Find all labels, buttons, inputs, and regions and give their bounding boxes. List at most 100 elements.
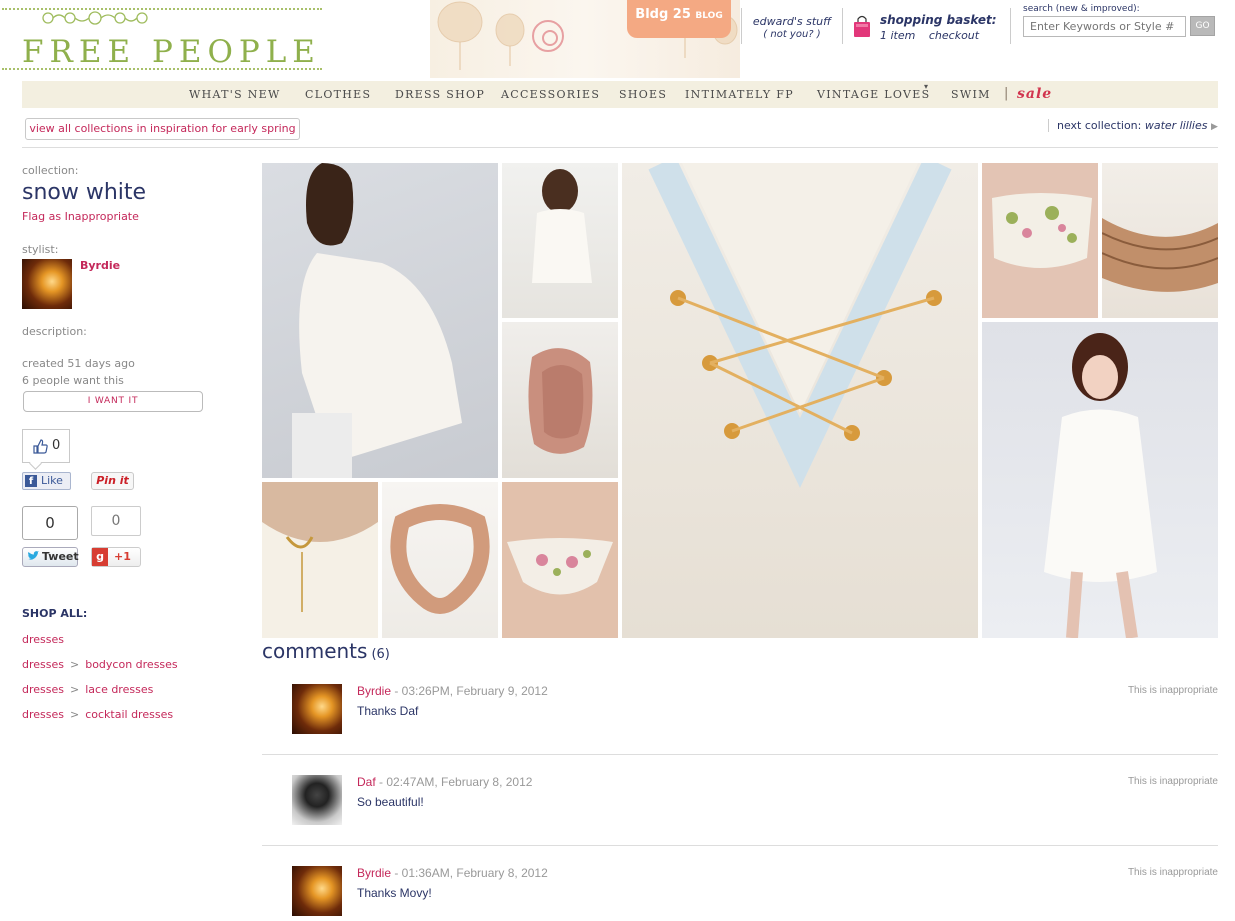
- view-all-collections-button[interactable]: view all collections in inspiration for …: [25, 118, 300, 140]
- product-image-model-ruffle-dress[interactable]: [982, 322, 1218, 638]
- floral-ornament-icon: [42, 11, 148, 25]
- created-text: created 51 days ago: [22, 357, 135, 370]
- nav-separator: |: [1004, 86, 1009, 101]
- category-dresses[interactable]: dresses: [22, 683, 64, 696]
- product-image-necklace-dress[interactable]: [262, 482, 378, 638]
- nav-clothes[interactable]: CLOTHES: [305, 88, 371, 101]
- next-collection-label: next collection:: [1057, 119, 1142, 132]
- comment-header: Byrdie - 01:36AM, February 8, 2012: [357, 866, 548, 880]
- breadcrumb-separator: >: [70, 658, 80, 671]
- product-image-model-standing[interactable]: [502, 163, 618, 318]
- collection-title: snow white: [22, 180, 147, 205]
- stylist-name-link[interactable]: Byrdie: [80, 259, 120, 272]
- blog-tag-label: Bldg 25: [635, 7, 691, 22]
- copper-collar: [390, 504, 490, 614]
- twitter-bird-icon: [27, 551, 39, 560]
- not-you-link[interactable]: ( not you? ): [742, 29, 842, 40]
- category-cocktail-dresses[interactable]: cocktail dresses: [85, 708, 173, 721]
- like-count-box[interactable]: 0: [22, 429, 70, 463]
- search-input[interactable]: [1023, 16, 1186, 37]
- category-lace-dresses[interactable]: lace dresses: [85, 683, 153, 696]
- comments-heading: comments (6): [262, 639, 390, 663]
- nav-shoes[interactable]: SHOES: [619, 88, 667, 101]
- blog-tag[interactable]: Bldg 25 BLOG: [627, 0, 731, 38]
- gplus-button[interactable]: g +1: [91, 547, 141, 567]
- stylist-avatar[interactable]: [22, 259, 72, 309]
- category-dresses[interactable]: dresses: [22, 658, 64, 671]
- commenter-name-link[interactable]: Byrdie: [357, 684, 391, 698]
- comment-header: Byrdie - 03:26PM, February 9, 2012: [357, 684, 548, 698]
- nav-whats-new[interactable]: WHAT'S NEW: [189, 88, 281, 101]
- product-image-ring[interactable]: [502, 322, 618, 478]
- search-go-button[interactable]: GO: [1190, 16, 1215, 36]
- shopping-basket[interactable]: shopping basket: 1 item checkout: [850, 8, 1011, 44]
- comment-header: Daf - 02:47AM, February 8, 2012: [357, 775, 532, 789]
- flag-inappropriate-link[interactable]: Flag as Inappropriate: [22, 210, 139, 223]
- logo[interactable]: FREE PEOPLE: [0, 6, 330, 76]
- commenter-avatar[interactable]: [292, 866, 342, 916]
- nav-intimately-fp[interactable]: INTIMATELY FP: [685, 88, 794, 101]
- nav-accessories[interactable]: ACCESSORIES: [501, 88, 600, 101]
- nav-dress-shop[interactable]: DRESS SHOP: [395, 88, 485, 101]
- product-image-floral-underwear-front[interactable]: [502, 482, 618, 638]
- commenter-name-link[interactable]: Byrdie: [357, 866, 391, 880]
- facebook-like-button[interactable]: f Like: [22, 472, 71, 490]
- tweet-button[interactable]: Tweet: [22, 547, 79, 567]
- ring-shape: [528, 348, 593, 454]
- site-header: FREE PEOPLE Bldg 25 BLOG edward's stuff …: [0, 0, 1235, 80]
- model-silhouette: [532, 169, 592, 283]
- category-link[interactable]: dresses: [22, 633, 64, 646]
- comment-timestamp: - 02:47AM, February 8, 2012: [375, 775, 533, 789]
- breadcrumb-separator: >: [70, 683, 80, 696]
- comment-divider: [262, 754, 1218, 755]
- product-image-floral-underwear-back[interactable]: [982, 163, 1098, 318]
- nav-vintage-loves[interactable]: VINTAGE LOVES: [817, 88, 930, 101]
- main-nav: WHAT'S NEW CLOTHES DRESS SHOP ACCESSORIE…: [22, 81, 1218, 108]
- like-count: 0: [52, 438, 61, 453]
- next-collection[interactable]: next collection: water lillies ▶: [1048, 119, 1218, 132]
- tweet-label: Tweet: [42, 550, 79, 563]
- logo-text: FREE PEOPLE: [22, 34, 321, 70]
- floral-underwear: [982, 163, 1098, 318]
- product-image-copper-collar[interactable]: [382, 482, 498, 638]
- necklace-dress: [262, 482, 378, 638]
- thumbs-up-icon: [33, 439, 48, 454]
- collection-label: collection:: [22, 164, 79, 177]
- i-want-it-button[interactable]: I WANT IT: [23, 391, 203, 412]
- category-dresses[interactable]: dresses: [22, 708, 64, 721]
- category-bodycon-dresses[interactable]: bodycon dresses: [85, 658, 177, 671]
- comments-count: (6): [371, 647, 390, 662]
- basket-item-count: 1 item: [880, 29, 916, 42]
- nav-sale[interactable]: sale: [1017, 86, 1052, 102]
- category-link[interactable]: dresses > cocktail dresses: [22, 708, 173, 721]
- checkout-link[interactable]: checkout: [929, 29, 979, 42]
- nav-swim[interactable]: SWIM: [951, 88, 991, 101]
- report-inappropriate-link[interactable]: This is inappropriate: [1128, 685, 1218, 696]
- report-inappropriate-link[interactable]: This is inappropriate: [1128, 867, 1218, 878]
- floral-underwear: [502, 482, 618, 638]
- pin-it-button[interactable]: Pin it: [91, 472, 134, 490]
- product-image-woven-collar[interactable]: [1102, 163, 1218, 318]
- comment-timestamp: - 01:36AM, February 8, 2012: [391, 866, 548, 880]
- comment-divider: [262, 845, 1218, 846]
- category-dresses[interactable]: dresses: [22, 633, 64, 646]
- next-collection-name[interactable]: water lillies: [1145, 119, 1208, 132]
- next-arrow-icon: ▶: [1210, 122, 1218, 132]
- commenter-avatar[interactable]: [292, 775, 342, 825]
- tweet-count-box: 0: [22, 506, 78, 540]
- woven-collar: [1102, 218, 1218, 292]
- user-stuff-link[interactable]: edward's stuff: [742, 15, 842, 28]
- model-silhouette: [292, 163, 462, 478]
- product-image-laceup-detail[interactable]: [622, 163, 978, 638]
- product-image-model-seated[interactable]: [262, 163, 498, 478]
- category-link[interactable]: dresses > lace dresses: [22, 683, 153, 696]
- commenter-avatar[interactable]: [292, 684, 342, 734]
- user-account: edward's stuff ( not you? ): [741, 8, 843, 44]
- laceup-detail: [648, 163, 952, 488]
- shopping-bag-icon: [854, 15, 870, 37]
- report-inappropriate-link[interactable]: This is inappropriate: [1128, 776, 1218, 787]
- description-label: description:: [22, 325, 87, 338]
- facebook-icon: f: [25, 475, 37, 487]
- category-link[interactable]: dresses > bodycon dresses: [22, 658, 178, 671]
- commenter-name-link[interactable]: Daf: [357, 775, 376, 789]
